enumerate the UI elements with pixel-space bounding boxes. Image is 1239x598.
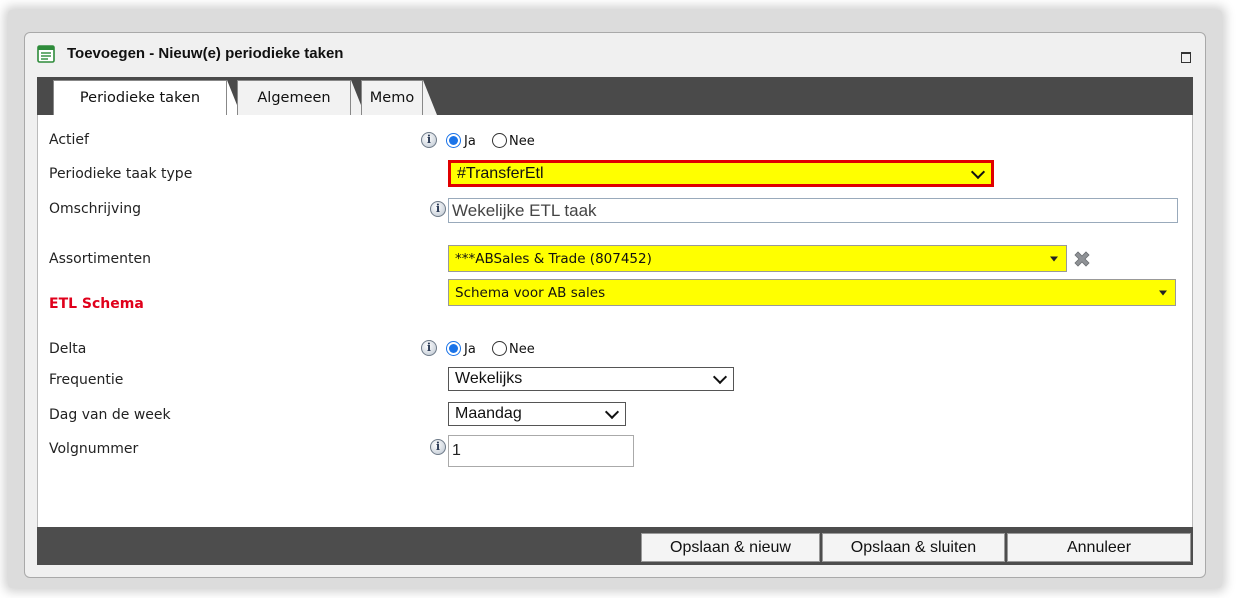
- assortimenten-select[interactable]: ***ABSales & Trade (807452): [448, 245, 1067, 272]
- label-taak-type: Periodieke taak type: [49, 166, 193, 182]
- omschrijving-input[interactable]: Wekelijke ETL taak: [448, 198, 1178, 223]
- tab-corner: [423, 80, 437, 115]
- form-panel: Actief i Ja Nee Periodieke taak type #Tr…: [37, 115, 1193, 527]
- button-label: Annuleer: [1066, 538, 1132, 556]
- title-bar: Toevoegen - Nieuw(e) periodieke taken: [25, 33, 1205, 77]
- window-title: Toevoegen - Nieuw(e) periodieke taken: [67, 45, 344, 62]
- tab-strip: Periodieke taken Algemeen Memo: [37, 77, 1193, 115]
- cancel-button[interactable]: Annuleer: [1007, 533, 1191, 562]
- button-label: Opslaan & sluiten: [850, 538, 977, 556]
- tab-memo[interactable]: Memo: [361, 80, 423, 115]
- maximize-icon[interactable]: [1181, 52, 1191, 63]
- label-assortimenten: Assortimenten: [49, 251, 151, 267]
- radio-actief-ja[interactable]: [446, 133, 461, 148]
- remove-x-icon[interactable]: [1071, 248, 1093, 270]
- chevron-down-icon: [604, 404, 620, 420]
- tab-label: Algemeen: [257, 90, 331, 106]
- taak-type-select[interactable]: #TransferEtl: [448, 160, 994, 187]
- chevron-down-icon: [970, 164, 986, 179]
- etl-schema-select[interactable]: Schema voor AB sales: [448, 279, 1176, 306]
- dropdown-arrow-icon: [1159, 290, 1167, 295]
- dropdown-arrow-icon: [1050, 256, 1058, 261]
- button-bar: Opslaan & nieuw Opslaan & sluiten Annule…: [37, 527, 1193, 565]
- tab-label: Periodieke taken: [79, 90, 201, 106]
- radio-label: Ja: [464, 342, 476, 357]
- info-icon[interactable]: i: [421, 340, 437, 356]
- info-icon[interactable]: i: [430, 201, 446, 217]
- info-icon[interactable]: i: [430, 439, 446, 455]
- input-value: Wekelijke ETL taak: [452, 200, 597, 220]
- radio-label: Nee: [509, 342, 535, 357]
- radio-delta-ja[interactable]: [446, 341, 461, 356]
- label-frequentie: Frequentie: [49, 372, 124, 388]
- volgnummer-input[interactable]: 1: [448, 435, 634, 467]
- frequentie-select[interactable]: Wekelijks: [448, 367, 734, 391]
- save-close-button[interactable]: Opslaan & sluiten: [822, 533, 1005, 562]
- radio-actief-nee[interactable]: [492, 133, 507, 148]
- form-icon: [37, 45, 55, 63]
- label-volgnummer: Volgnummer: [49, 441, 139, 457]
- radio-label: Nee: [509, 134, 535, 149]
- label-actief: Actief: [49, 132, 89, 148]
- tab-label: Memo: [369, 90, 415, 106]
- tab-algemeen[interactable]: Algemeen: [237, 80, 351, 115]
- input-value: 1: [452, 442, 461, 459]
- label-etl-schema: ETL Schema: [49, 296, 144, 312]
- dag-select[interactable]: Maandag: [448, 402, 626, 426]
- label-dag: Dag van de week: [49, 407, 171, 423]
- save-new-button[interactable]: Opslaan & nieuw: [641, 533, 820, 562]
- label-omschrijving: Omschrijving: [49, 201, 141, 217]
- select-value: Schema voor AB sales: [455, 284, 606, 301]
- radio-label: Ja: [464, 134, 476, 149]
- dialog-window: Toevoegen - Nieuw(e) periodieke taken Pe…: [24, 32, 1206, 578]
- button-label: Opslaan & nieuw: [670, 538, 791, 556]
- select-value: #TransferEtl: [457, 164, 544, 182]
- tab-periodieke-taken[interactable]: Periodieke taken: [53, 80, 227, 115]
- radio-delta-nee[interactable]: [492, 341, 507, 356]
- info-icon[interactable]: i: [421, 132, 437, 148]
- label-delta: Delta: [49, 341, 87, 357]
- select-value: Maandag: [455, 405, 522, 422]
- select-value: Wekelijks: [455, 370, 523, 387]
- select-value: ***ABSales & Trade (807452): [455, 250, 652, 267]
- chevron-down-icon: [712, 369, 728, 385]
